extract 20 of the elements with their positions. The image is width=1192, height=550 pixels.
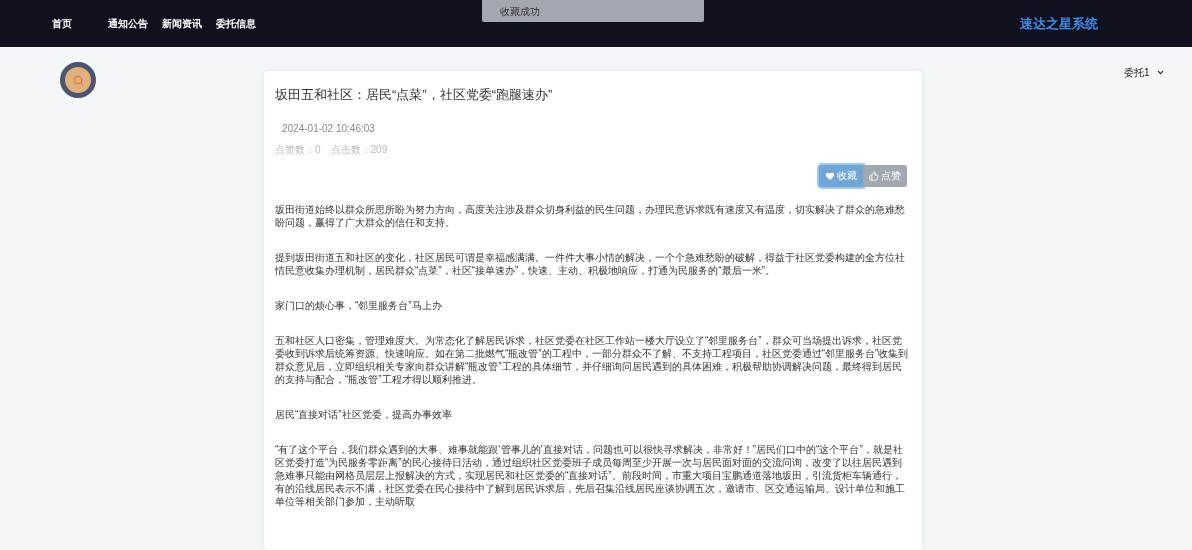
article-paragraph: 提到坂田街道五和社区的变化，社区居民可谓是幸福感满满。一件件大事小情的解决，一个个急难愁盼的破解，得益于社区党委构建的全方位社情民意收集办理机制，居民群众“点菜”，社区“接单速办”，快速、主动、积极地响应，打通为民服务的“最后一米”。 [275,250,906,277]
nav-link[interactable]: 首页 [52,16,72,31]
user-dropdown[interactable]: 委托1 [1124,65,1165,80]
nav-link[interactable]: 委托信息 [216,16,256,31]
caret-icon [1155,68,1165,77]
article-paragraph: 坂田街道始终以群众所思所盼为努力方向，高度关注涉及群众切身利益的民生问题，办理民意诉求既有速度又有温度，切实解决了群众的急难愁盼问题，赢得了广大群众的信任和支持。 [275,202,906,229]
publish-date: 2024-01-02 10:46:03 [281,121,376,136]
article-paragraph: 居民“直接对话”社区党委，提高办事效率 [275,407,453,421]
heart-icon [825,170,835,181]
article-paragraph: 家门口的烦心事，“邻里服务台”马上办 [275,298,443,312]
article-paragraph: “有了这个平台，我们群众遇到的大事、难事就能跟‘管事儿的’直接对话，问题也可以很快寻求解决，非常好！”居民们口中的“这个平台”，就是社区党委打造“为民服务零距离”的民心接待日活动，通过组织社区党委班子成员每周至少开展一次与居民面对面的交流问询，改变了以往居民遇到急难事只能由网格员层层上报解决的方式，实现居民和社区党委的“直接对话”。前段时间，市重大项目宝鹏通道落地坂田，引流货柜车辆通行，有的沿线居民表示不满，社区党委在民心接待中了解到居民诉求后，先后召集沿线居民座谈协调五次，邀请市、区交通运输局、设计单位和施工单位等相关部门参加，主动听取 [275,442,906,508]
article-paragraph: 五和社区人口密集，管理难度大。为常态化了解居民诉求，社区党委在社区工作站一楼大厅设立了“邻里服务台”，群众可当场提出诉求，社区党委收到诉求后统筹资源、快速响应。如在第二批燃气“瓶改管”的工程中，一部分群众不了解、不支持工程项目，社区党委通过“邻里服务台”收集到群众意见后，立即组织相关专家向群众讲解“瓶改管”工程的具体细节，并仔细询问居民遇到的具体困难，积极帮助协调解决问题，最终得到居民的支持与配合，“瓶改管”工程才得以顺利推进。 [275,333,910,386]
search-icon [72,74,84,86]
nav-link[interactable]: 通知公告 [108,16,148,31]
thumbs-up-icon [869,170,879,181]
brand-title: 速达之星系统 [1020,14,1098,33]
search-avatar[interactable] [60,62,96,98]
toast-message: 收藏成功 [482,0,704,22]
nav-link[interactable]: 新闻资讯 [162,16,202,31]
article-title: 坂田五和社区：居民“点菜”，社区党委“跑腿速办” [275,86,554,104]
